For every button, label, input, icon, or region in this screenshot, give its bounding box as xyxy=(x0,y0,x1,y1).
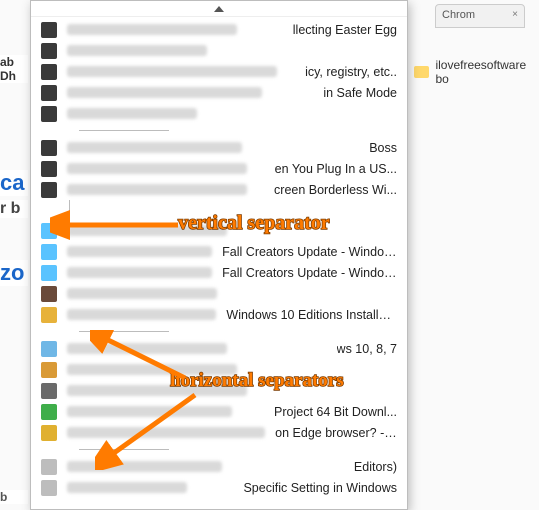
redacted-title xyxy=(67,309,216,320)
history-item[interactable]: Project 64 Bit Downl... xyxy=(31,401,407,422)
close-icon[interactable]: × xyxy=(512,9,518,20)
favicon-icon xyxy=(41,383,57,399)
history-item[interactable] xyxy=(31,220,407,241)
redacted-title xyxy=(67,163,247,174)
horizontal-separator xyxy=(79,130,169,131)
redacted-title xyxy=(67,288,217,299)
favicon-icon xyxy=(41,265,57,281)
favicon-icon xyxy=(41,341,57,357)
history-item-suffix: ws 10, 8, 7 xyxy=(337,342,397,356)
history-item[interactable]: llecting Easter Egg xyxy=(31,19,407,40)
history-item[interactable] xyxy=(31,103,407,124)
bookmark-label: ilovefreesoftware bo xyxy=(435,58,539,86)
favicon-icon xyxy=(41,307,57,323)
favicon-icon xyxy=(41,85,57,101)
history-item-suffix: in Safe Mode xyxy=(323,86,397,100)
history-item-suffix: Fall Creators Update - Window... xyxy=(222,266,397,280)
history-item-suffix: Fall Creators Update - Window... xyxy=(222,245,397,259)
history-item-suffix: Boss xyxy=(369,141,397,155)
favicon-icon xyxy=(41,182,57,198)
history-item[interactable]: in Safe Mode xyxy=(31,82,407,103)
redacted-title xyxy=(67,225,227,236)
folder-icon xyxy=(414,66,429,78)
favicon-icon xyxy=(41,404,57,420)
history-list: llecting Easter Egg icy, registry, etc.. i… xyxy=(31,17,407,500)
history-item[interactable]: creen Borderless Wi... xyxy=(31,179,407,200)
bg-text-fragment: zo xyxy=(0,260,28,286)
favicon-icon xyxy=(41,425,57,441)
scroll-up-button[interactable] xyxy=(31,1,407,17)
history-item[interactable]: en You Plug In a US... xyxy=(31,158,407,179)
history-item[interactable]: on Edge browser? - ... xyxy=(31,422,407,443)
bg-text-fragment: ab Dh xyxy=(0,55,28,83)
chevron-up-icon xyxy=(214,6,224,12)
favicon-icon xyxy=(41,22,57,38)
redacted-title xyxy=(67,87,262,98)
history-item[interactable] xyxy=(31,359,407,380)
favicon-icon xyxy=(41,223,57,239)
history-item[interactable]: ws 10, 8, 7 xyxy=(31,338,407,359)
redacted-title xyxy=(67,184,247,195)
favicon-icon xyxy=(41,140,57,156)
history-dropdown-panel: llecting Easter Egg icy, registry, etc.. i… xyxy=(30,0,408,510)
bookmark-item[interactable]: ilovefreesoftware bo xyxy=(414,58,539,86)
redacted-title xyxy=(67,427,265,438)
history-item-suffix: Project 64 Bit Downl... xyxy=(274,405,397,419)
history-item-suffix: en You Plug In a US... xyxy=(275,162,397,176)
history-item[interactable]: Specific Setting in Windows xyxy=(31,477,407,498)
history-item-suffix: Specific Setting in Windows xyxy=(243,481,397,495)
redacted-title xyxy=(67,406,232,417)
horizontal-separator xyxy=(79,331,169,332)
history-item[interactable] xyxy=(31,40,407,61)
favicon-icon xyxy=(41,286,57,302)
favicon-icon xyxy=(41,244,57,260)
history-item[interactable]: Windows 10 Editions Installatio... xyxy=(31,304,407,325)
favicon-icon xyxy=(41,161,57,177)
redacted-title xyxy=(67,66,277,77)
favicon-icon xyxy=(41,106,57,122)
favicon-icon xyxy=(41,362,57,378)
favicon-icon xyxy=(41,64,57,80)
history-item-suffix: llecting Easter Egg xyxy=(293,23,397,37)
history-item[interactable]: Editors) xyxy=(31,456,407,477)
favicon-icon xyxy=(41,459,57,475)
history-item-suffix: Windows 10 Editions Installatio... xyxy=(226,308,397,322)
favicon-icon xyxy=(41,43,57,59)
redacted-title xyxy=(67,461,222,472)
tab-label: Chrom xyxy=(442,9,475,21)
redacted-title xyxy=(67,385,247,396)
history-item-suffix: creen Borderless Wi... xyxy=(274,183,397,197)
horizontal-separator xyxy=(79,449,169,450)
history-item[interactable] xyxy=(31,380,407,401)
vertical-separator xyxy=(31,200,407,220)
history-item[interactable]: Boss xyxy=(31,137,407,158)
redacted-title xyxy=(67,267,212,278)
redacted-title xyxy=(67,45,207,56)
history-item[interactable]: Fall Creators Update - Window... xyxy=(31,241,407,262)
redacted-title xyxy=(67,108,197,119)
redacted-title xyxy=(67,364,237,375)
bg-text-fragment: r b xyxy=(0,200,28,218)
redacted-title xyxy=(67,24,237,35)
history-item[interactable] xyxy=(31,283,407,304)
redacted-title xyxy=(67,343,227,354)
history-item-suffix: Editors) xyxy=(354,460,397,474)
redacted-title xyxy=(67,482,187,493)
favicon-icon xyxy=(41,480,57,496)
redacted-title xyxy=(67,246,212,257)
history-item[interactable]: icy, registry, etc.. xyxy=(31,61,407,82)
history-item-suffix: icy, registry, etc.. xyxy=(305,65,397,79)
redacted-title xyxy=(67,142,242,153)
browser-tab[interactable]: Chrom × xyxy=(435,4,525,28)
history-item[interactable]: Fall Creators Update - Window... xyxy=(31,262,407,283)
history-item-suffix: on Edge browser? - ... xyxy=(275,426,397,440)
bg-text-fragment: b xyxy=(0,490,28,504)
bg-text-fragment: ca xyxy=(0,170,28,196)
